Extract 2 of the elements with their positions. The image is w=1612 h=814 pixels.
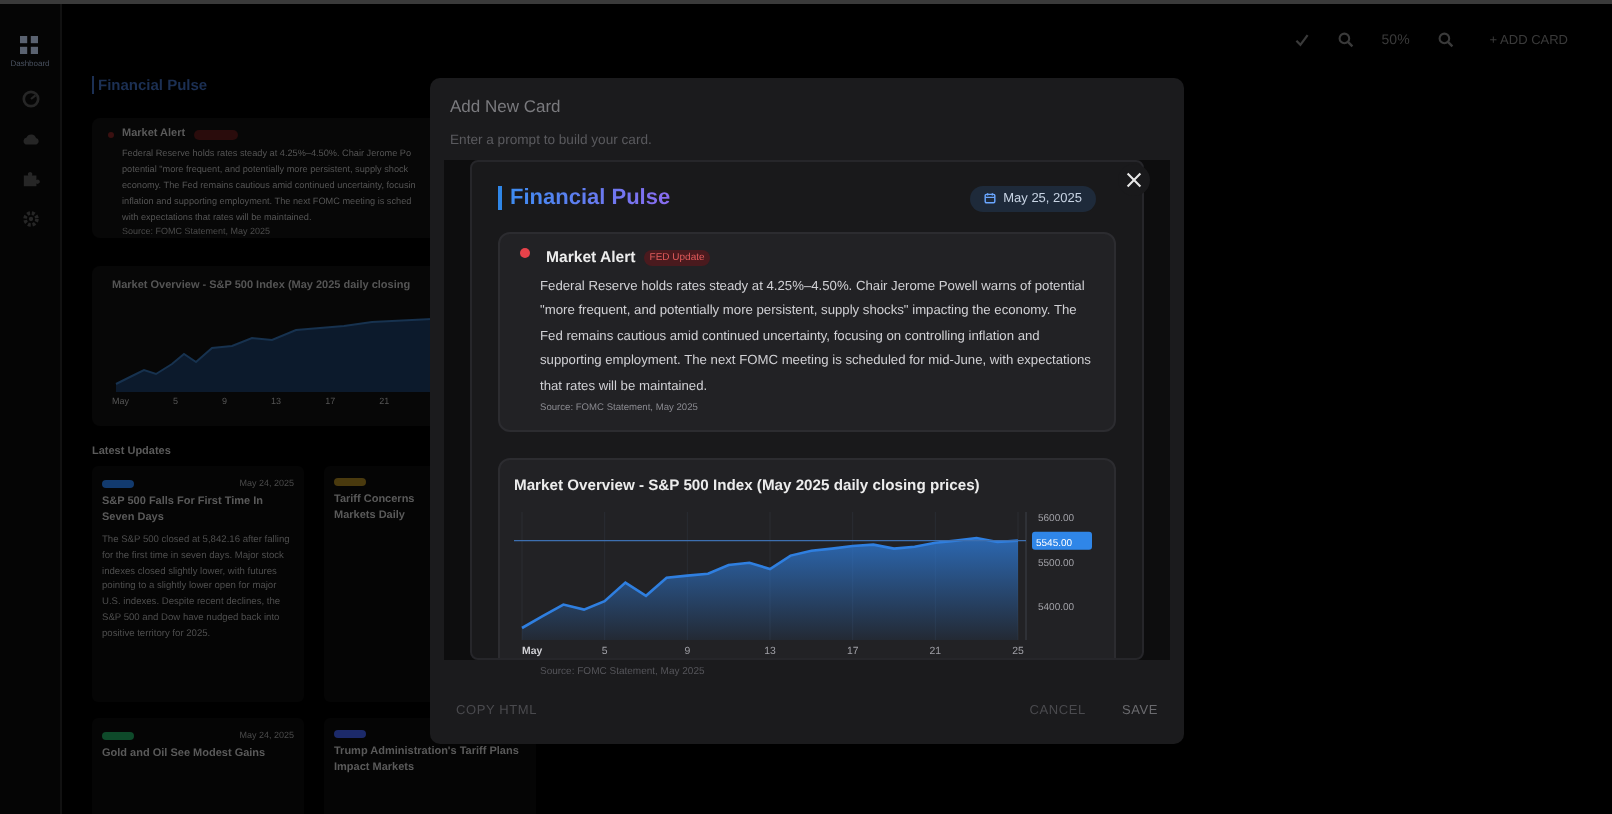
card-title: Financial Pulse [498, 186, 671, 210]
modal-title: Add New Card [450, 96, 563, 116]
